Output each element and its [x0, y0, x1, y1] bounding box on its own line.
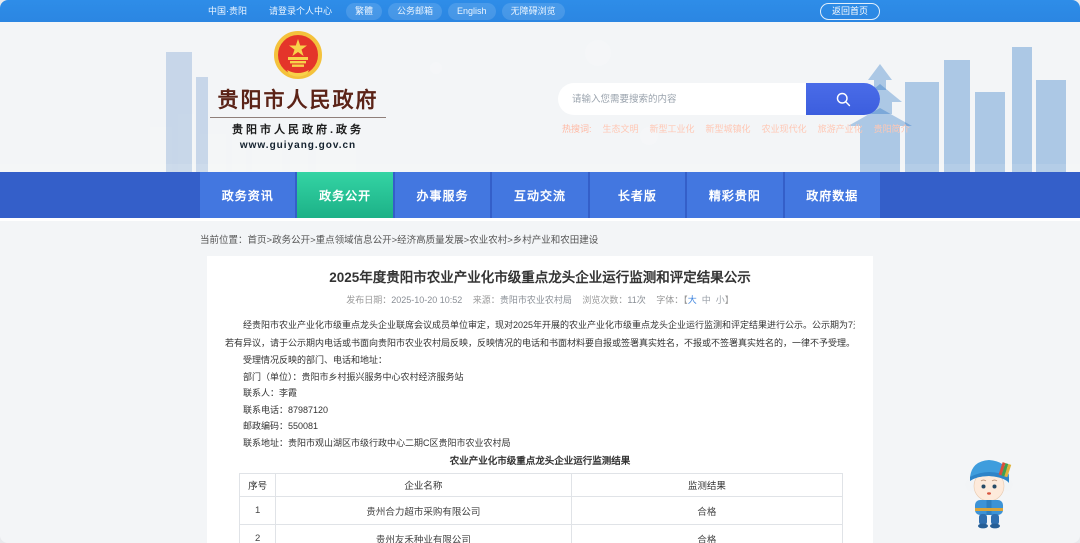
national-emblem-icon	[274, 31, 322, 79]
article-card: 2025年度贵阳市农业产业化市级重点龙头企业运行监测和评定结果公示 发布日期：2…	[207, 256, 873, 543]
article-body: 经贵阳市农业产业化市级重点龙头企业联席会议成员单位审定，现对2025年开展的农业…	[225, 316, 855, 451]
article-meta: 发布日期：2025-10-20 10:52 来源：贵阳市农业农村局 浏览次数：1…	[225, 293, 855, 307]
views-value: 11次	[627, 295, 646, 305]
font-size-label: 字体：【	[656, 295, 688, 305]
cell-result: 合格	[570, 496, 844, 525]
nav-item-gov-affairs[interactable]: 政务公开	[297, 172, 393, 218]
topbar-item-login-center[interactable]: 请登录个人中心	[261, 0, 340, 22]
hot-term-urbanization[interactable]: 新型城镇化	[706, 122, 751, 135]
body-paragraph-line: 若有异议，请于公示期内电话或书面向贵阳市农业农村局反映，反映情况的电话和书面材料…	[225, 338, 855, 348]
hot-term-tourism[interactable]: 旅游产业化	[818, 122, 863, 135]
hot-search-label: 热搜词:	[562, 124, 592, 134]
topbar-item-china-guiyang[interactable]: 中国·贵阳	[200, 0, 255, 22]
page-title: 2025年度贵阳市农业产业化市级重点龙头企业运行监测和评定结果公示	[329, 270, 751, 285]
topbar-item-traditional[interactable]: 繁體	[346, 2, 383, 20]
nav-item-gov-data[interactable]: 政府数据	[784, 172, 880, 218]
table-row: 1 贵州合力超市采购有限公司 合格	[238, 496, 844, 525]
font-size-bracket: 】	[724, 295, 734, 305]
mascot-assistant-icon[interactable]	[960, 453, 1018, 529]
topbar-item-english[interactable]: English	[448, 2, 496, 20]
site-logo-block[interactable]: 贵阳市人民政府 贵阳市人民政府.政务 www.guiyang.gov.cn	[206, 30, 390, 151]
logo-divider	[210, 117, 386, 118]
topbar-item-mail[interactable]: 公务邮箱	[388, 2, 443, 20]
contact-address-line: 联系地址：贵阳市观山湖区市级行政中心二期C区贵阳市农业农村局	[243, 437, 511, 448]
nav-item-elderly[interactable]: 长者版	[589, 172, 686, 218]
content-area: 2025年度贵阳市农业产业化市级重点龙头企业运行监测和评定结果公示 发布日期：2…	[0, 256, 1080, 543]
source-value: 贵阳市农业农村局	[499, 295, 572, 305]
hot-term-ecology[interactable]: 生态文明	[603, 122, 639, 135]
topbar-links: 中国·贵阳 请登录个人中心 繁體 公务邮箱 English 无障碍浏览	[200, 0, 565, 22]
contact-person-line: 联系人：李霞	[243, 388, 298, 398]
nav-item-news[interactable]: 政务资讯	[200, 172, 296, 218]
top-utility-bar: 中国·贵阳 请登录个人中心 繁體 公务邮箱 English 无障碍浏览 返回首页	[0, 0, 1080, 22]
main-navigation: 政务资讯 政务公开 办事服务 互动交流 长者版 精彩贵阳 政府数据	[0, 172, 1080, 218]
site-title: 贵阳市人民政府	[217, 89, 379, 112]
cell-company: 贵州友禾种业有限公司	[275, 524, 572, 543]
header-cell-company: 企业名称	[275, 473, 572, 497]
publish-date-label: 发布日期：	[346, 295, 392, 305]
cell-company: 贵州合力超市采购有限公司	[275, 496, 572, 525]
hot-term-guiyang-intro[interactable]: 贵阳简介	[874, 122, 910, 135]
nav-item-wonderful-guiyang[interactable]: 精彩贵阳	[687, 172, 783, 218]
font-size-large-button[interactable]: 大	[688, 295, 697, 305]
header-cell-index: 序号	[238, 473, 277, 497]
font-size-small-button[interactable]: 小	[716, 295, 725, 305]
body-paragraph-line: 经贵阳市农业产业化市级重点龙头企业联席会议成员单位审定，现对2025年开展的农业…	[243, 320, 855, 330]
breadcrumb-row: 当前位置：首页>政务公开>重点领域信息公开>经济高质量发展>农业农村>乡村产业和…	[0, 218, 1080, 256]
topbar-item-accessibility[interactable]: 无障碍浏览	[501, 2, 565, 20]
font-size-medium-button[interactable]: 中	[702, 295, 711, 305]
search-button[interactable]	[806, 83, 880, 115]
hot-search-row: 热搜词: 生态文明 新型工业化 新型城镇化 农业现代化 旅游产业化 贵阳简介	[558, 122, 910, 135]
site-subtitle: 贵阳市人民政府.政务	[231, 124, 365, 136]
cell-index: 1	[238, 496, 277, 525]
contact-department-line: 部门（单位）：贵阳市乡村振兴服务中心农村经济服务站	[243, 371, 464, 382]
return-home-button[interactable]: 返回首页	[819, 2, 880, 20]
views-label: 浏览次数：	[582, 295, 628, 305]
cell-index: 2	[238, 524, 277, 543]
source-label: 来源：	[472, 295, 500, 305]
table-header-row: 序号 企业名称 监测结果	[238, 473, 844, 497]
search-icon	[836, 92, 850, 106]
breadcrumb-label: 当前位置：	[200, 235, 248, 246]
header-cell-result: 监测结果	[570, 473, 844, 497]
breadcrumb[interactable]: 首页>政务公开>重点领域信息公开>经济高质量发展>农业农村>乡村产业和农田建设	[248, 235, 599, 246]
publish-date: 2025-10-20 10:52	[391, 295, 463, 305]
hot-term-industrialization[interactable]: 新型工业化	[650, 122, 695, 135]
postal-code-line: 邮政编码：550081	[243, 421, 319, 431]
search-block: 热搜词: 生态文明 新型工业化 新型城镇化 农业现代化 旅游产业化 贵阳简介	[558, 83, 910, 135]
browser-window: 中国·贵阳 请登录个人中心 繁體 公务邮箱 English 无障碍浏览 返回首页	[0, 0, 1080, 543]
contact-phone-line: 联系电话：87987120	[243, 404, 329, 415]
nav-item-interaction[interactable]: 互动交流	[492, 172, 588, 218]
body-intro-line: 受理情况反映的部门、电话和地址：	[243, 355, 388, 365]
hot-term-agriculture[interactable]: 农业现代化	[762, 122, 807, 135]
nav-item-services[interactable]: 办事服务	[394, 172, 491, 218]
site-banner: 贵阳市人民政府 贵阳市人民政府.政务 www.guiyang.gov.cn 请输…	[0, 22, 1080, 172]
monitoring-result-table: 序号 企业名称 监测结果 1 贵州合力超市采购有限公司 合格 2 贵州友禾种业有…	[238, 473, 844, 543]
cell-result: 合格	[570, 524, 844, 543]
site-url: www.guiyang.gov.cn	[239, 140, 357, 151]
table-row: 2 贵州友禾种业有限公司 合格	[238, 524, 844, 543]
table-caption: 农业产业化市级重点龙头企业运行监测结果	[449, 456, 631, 467]
